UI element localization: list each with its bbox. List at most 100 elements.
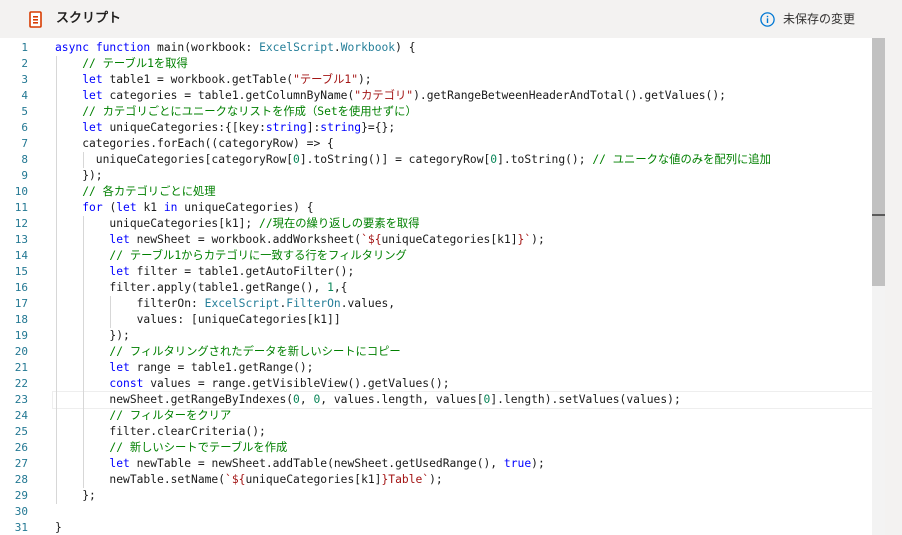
code-token: newTable = newSheet.addTable(newSheet.ge… <box>136 457 504 470</box>
code-line[interactable]: let newSheet = workbook.addWorksheet(`${… <box>55 232 545 248</box>
code-line[interactable]: filter.apply(table1.getRange(), 1,{ <box>55 280 347 296</box>
code-line[interactable]: let range = table1.getRange(); <box>55 360 313 376</box>
unsaved-status: 未保存の変更 <box>783 12 856 26</box>
code-line[interactable]: // フィルターをクリア <box>55 408 231 424</box>
code-line[interactable]: // カテゴリごとにユニークなリストを作成（Setを使用せずに） <box>55 104 417 120</box>
line-number: 3 <box>21 73 28 86</box>
code-token: //現在の繰り返しの要素を取得 <box>259 217 420 230</box>
code-line[interactable]: // テーブル1からカテゴリに一致する行をフィルタリング <box>55 248 407 264</box>
code-line[interactable]: }); <box>55 168 103 184</box>
code-editor[interactable]: 1 2 3 4 5 6 7 8 9 10 11 12 13 14 15 16 17 18 19 20 21 22 23 24 2… <box>0 38 885 535</box>
code-line[interactable]: let newTable = newSheet.addTable(newShee… <box>55 456 545 472</box>
line-number: 31 <box>14 521 28 534</box>
code-token: }); <box>55 169 103 182</box>
code-token: range = table1.getRange(); <box>136 361 314 374</box>
code-token: 0 <box>293 393 300 406</box>
code-token: "カテゴリ" <box>354 89 414 102</box>
code-token: let <box>82 73 110 86</box>
line-number: 6 <box>21 121 28 134</box>
code-token: `${ <box>361 233 382 246</box>
code-token: ExcelScript <box>204 297 280 310</box>
code-token: uniqueCategories[k1] <box>245 473 382 486</box>
line-number: 30 <box>14 505 28 518</box>
line-number: 15 <box>14 265 28 278</box>
code-token: // フィルターをクリア <box>109 409 232 422</box>
code-line[interactable]: let table1 = workbook.getTable("テーブル1"); <box>55 72 371 88</box>
code-token: uniqueCategories) { <box>184 201 314 214</box>
code-token: values: [uniqueCategories[k1]] <box>55 313 341 326</box>
code-token: const <box>109 377 151 390</box>
code-token: ].length).setValues(values); <box>490 393 681 406</box>
code-token: ); <box>531 457 545 470</box>
code-line[interactable]: const values = range.getVisibleView().ge… <box>55 376 450 392</box>
scrollbar-thumb[interactable] <box>872 38 885 286</box>
code-line[interactable]: }; <box>55 488 96 504</box>
code-line[interactable]: let filter = table1.getAutoFilter(); <box>55 264 354 280</box>
code-token: ); <box>531 233 545 246</box>
code-token: // 新しいシートでテーブルを作成 <box>109 441 288 454</box>
code-token: 0 <box>293 153 300 166</box>
line-number: 28 <box>14 473 28 486</box>
code-line[interactable]: filterOn: ExcelScript.FilterOn.values, <box>55 296 396 312</box>
code-line[interactable]: values: [uniqueCategories[k1]] <box>55 312 341 328</box>
code-token: }); <box>55 329 130 342</box>
code-line[interactable]: filter.clearCriteria(); <box>55 424 265 440</box>
code-token: FilterOn <box>286 297 341 310</box>
code-line[interactable]: // 新しいシートでテーブルを作成 <box>55 440 287 456</box>
code-token: }Table` <box>381 473 430 486</box>
indent-guide <box>83 216 85 488</box>
code-token: // カテゴリごとにユニークなリストを作成（Setを使用せずに） <box>82 105 417 118</box>
indent-guide <box>110 296 112 328</box>
line-number: 26 <box>14 441 28 454</box>
code-line[interactable]: // テーブル1を取得 <box>55 56 188 72</box>
code-token: filterOn: <box>55 297 205 310</box>
line-number: 12 <box>14 217 28 230</box>
code-line[interactable]: newSheet.getRangeByIndexes(0, 0, values.… <box>52 391 880 409</box>
code-token: ,{ <box>333 281 348 294</box>
code-token: uniqueCategories[k1]; <box>55 217 260 230</box>
code-token: }={}; <box>361 121 396 134</box>
code-line[interactable]: let categories = table1.getColumnByName(… <box>55 88 726 104</box>
code-line[interactable]: // フィルタリングされたデータを新しいシートにコピー <box>55 344 401 360</box>
code-line[interactable]: for (let k1 in uniqueCategories) { <box>55 200 314 216</box>
code-line[interactable]: uniqueCategories[k1]; //現在の繰り返しの要素を取得 <box>55 216 420 232</box>
code-token: "テーブル1" <box>293 73 358 86</box>
code-token: let <box>109 361 137 374</box>
code-token: // 各カテゴリごとに処理 <box>82 185 216 198</box>
line-number: 16 <box>14 281 28 294</box>
code-token: let <box>109 457 137 470</box>
code-token: }` <box>517 233 532 246</box>
code-token: } <box>55 521 62 534</box>
info-icon[interactable] <box>760 12 775 27</box>
code-token: .values, <box>340 297 396 310</box>
code-line[interactable]: uniqueCategories[categoryRow[0].toString… <box>55 152 771 168</box>
code-line[interactable]: let uniqueCategories:{[key:string]:strin… <box>55 120 395 136</box>
code-line[interactable]: } <box>55 520 62 535</box>
line-number: 1 <box>21 41 28 54</box>
code-token: function <box>95 41 158 54</box>
code-token: uniqueCategories:{[key: <box>109 121 266 134</box>
code-line[interactable]: newTable.setName(`${uniqueCategories[k1]… <box>55 472 443 488</box>
code-line[interactable]: categories.forEach((categoryRow) => { <box>55 136 334 152</box>
code-token: ); <box>429 473 443 486</box>
code-line[interactable]: async function main(workbook: ExcelScrip… <box>55 40 416 56</box>
code-token: values = range.getVisibleView().getValue… <box>150 377 450 390</box>
cursor-position-marker <box>872 214 885 216</box>
code-token: ) { <box>395 41 416 54</box>
code-token: . <box>333 41 341 54</box>
code-token: true <box>503 457 532 470</box>
code-line[interactable]: }); <box>55 328 130 344</box>
line-number: 5 <box>21 105 28 118</box>
code-token: // フィルタリングされたデータを新しいシートにコピー <box>109 345 401 358</box>
line-number: 27 <box>14 457 28 470</box>
code-token: `${ <box>225 473 246 486</box>
code-token: Workbook <box>340 41 396 54</box>
code-token: // テーブル1からカテゴリに一致する行をフィルタリング <box>109 249 407 262</box>
line-number: 25 <box>14 425 28 438</box>
code-token: in <box>163 201 185 214</box>
code-token: for <box>82 201 110 214</box>
code-token: filter = table1.getAutoFilter(); <box>136 265 355 278</box>
code-line[interactable]: // 各カテゴリごとに処理 <box>55 184 216 200</box>
